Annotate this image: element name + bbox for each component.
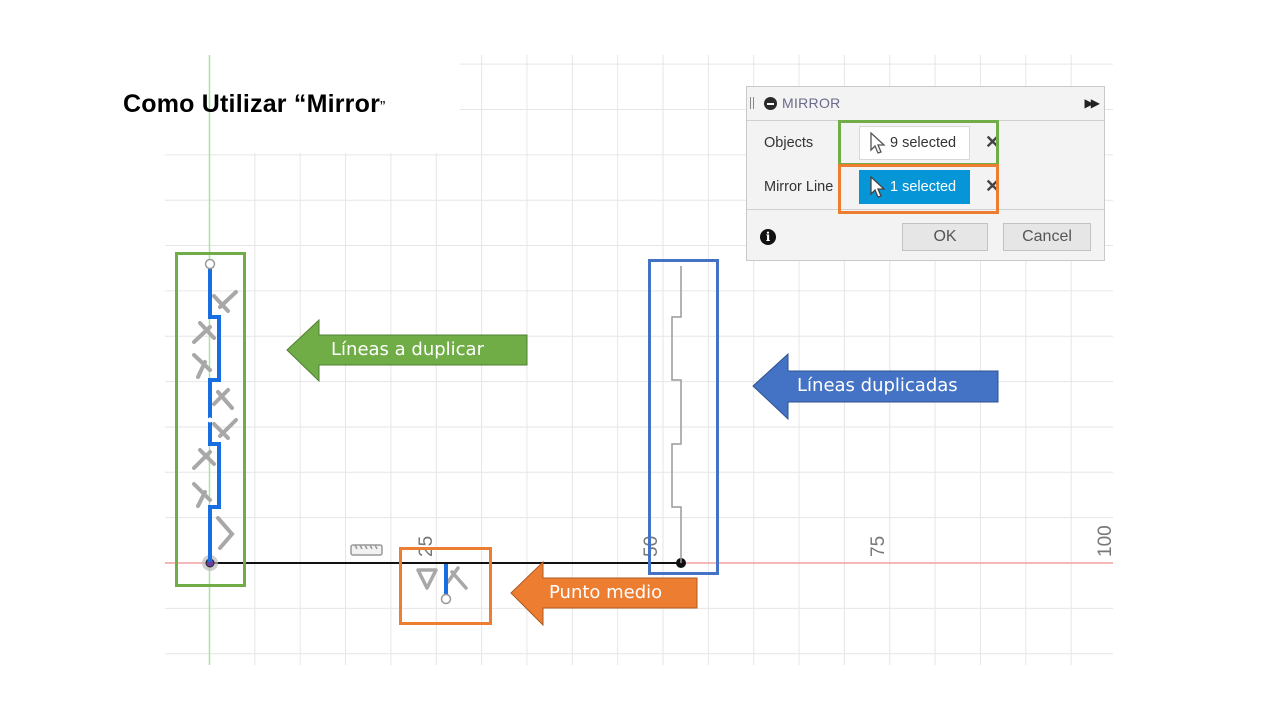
dialog-title: MIRROR bbox=[782, 95, 841, 111]
slide-title: Como Utilizar “Mirror” bbox=[123, 90, 386, 119]
axis-tick-100: 100 bbox=[1095, 525, 1116, 557]
callout-text: Líneas a duplicar bbox=[331, 339, 484, 360]
objects-highlight-box bbox=[838, 120, 999, 166]
cancel-button[interactable]: Cancel bbox=[1003, 223, 1091, 251]
callout-text: Líneas duplicadas bbox=[797, 375, 958, 396]
mirror-line-label: Mirror Line bbox=[764, 179, 834, 195]
slide-title-main: Como Utilizar “Mirror bbox=[123, 90, 380, 118]
ok-button[interactable]: OK bbox=[902, 223, 988, 251]
dimension-icon bbox=[350, 544, 383, 556]
info-icon[interactable]: i bbox=[760, 229, 776, 245]
drag-grip-icon[interactable] bbox=[750, 97, 754, 109]
midpoint-highlight-box bbox=[399, 547, 492, 625]
mirrored-lines-highlight-box bbox=[648, 259, 719, 575]
expand-icon[interactable]: ▶▶ bbox=[1085, 96, 1101, 110]
slide-title-quote: ” bbox=[380, 99, 386, 116]
objects-label: Objects bbox=[764, 135, 814, 151]
dialog-header[interactable]: MIRROR ▶▶ bbox=[747, 87, 1104, 121]
callout-text: Punto medio bbox=[549, 582, 663, 603]
collapse-icon[interactable] bbox=[764, 97, 777, 110]
source-lines-highlight-box bbox=[175, 252, 246, 587]
mirror-line-highlight-box bbox=[838, 164, 999, 214]
axis-tick-75: 75 bbox=[868, 535, 889, 557]
